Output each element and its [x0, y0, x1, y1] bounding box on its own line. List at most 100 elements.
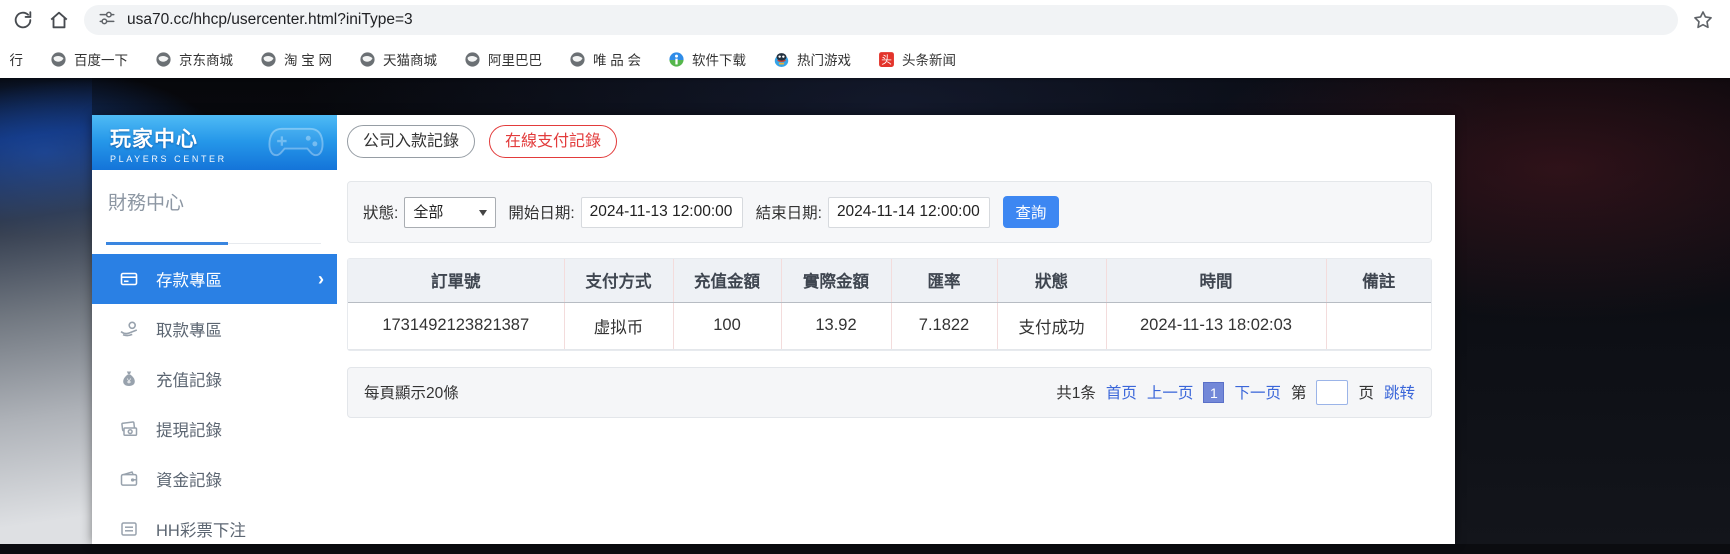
- bookmark-item-tmall[interactable]: 天猫商城: [359, 49, 437, 69]
- bookmark-item-jd[interactable]: 京东商城: [155, 49, 233, 69]
- next-page-link[interactable]: 下一页: [1234, 381, 1281, 403]
- cell-payment-method: 虚拟币: [564, 302, 673, 349]
- money-bag-icon: ¥: [119, 369, 139, 389]
- sidebar-item-label: HH彩票下注: [156, 517, 246, 541]
- bookmark-item-news[interactable]: 头 头条新闻: [878, 49, 956, 69]
- sidebar-item-withdraw-zone[interactable]: 取款專區: [92, 304, 337, 354]
- bookmark-label: 天猫商城: [383, 49, 437, 69]
- svg-text:头: 头: [881, 54, 892, 66]
- sidebar-item-label: 資金記錄: [156, 467, 222, 491]
- start-date-input[interactable]: [581, 197, 743, 228]
- globe-favicon-icon: [155, 51, 172, 68]
- pagination-controls: 共1条 首页 上一页 1 下一页 第 页 跳转: [1056, 380, 1415, 405]
- cell-order-no: 1731492123821387: [348, 302, 564, 349]
- sidebar-item-label: 存款專區: [156, 267, 222, 291]
- globe-favicon-icon: [464, 51, 481, 68]
- chevron-right-icon: ›: [318, 269, 324, 290]
- globe-favicon-icon: [359, 51, 376, 68]
- cell-recharge-amount: 100: [673, 302, 781, 349]
- header-exchange-rate: 匯率: [891, 259, 997, 302]
- page-size-text: 每頁顯示20條: [364, 381, 459, 403]
- header-recharge-amount: 充值金額: [673, 259, 781, 302]
- sidebar-item-label: 取款專區: [156, 317, 222, 341]
- sidebar-menu: 存款專區 › 取款專區 ¥ 充值記錄: [92, 254, 337, 554]
- jump-suffix-text: 页: [1358, 381, 1374, 403]
- cell-time: 2024-11-13 18:02:03: [1106, 302, 1326, 349]
- url-text: usa70.cc/hhcp/usercenter.html?iniType=3: [127, 11, 413, 29]
- sidebar-item-label: 提現記錄: [156, 417, 222, 441]
- sidebar-item-withdrawal-records[interactable]: 提現記錄: [92, 404, 337, 454]
- bookmark-label: 头条新闻: [902, 49, 956, 69]
- browser-toolbar: usa70.cc/hhcp/usercenter.html?iniType=3: [0, 0, 1730, 40]
- prev-page-link[interactable]: 上一页: [1147, 381, 1194, 403]
- filter-bar: 狀態: 全部 開始日期: 結束日期: 查詢: [347, 181, 1432, 243]
- first-page-link[interactable]: 首页: [1106, 381, 1137, 403]
- bookmark-label: 淘 宝 网: [284, 49, 332, 69]
- address-bar[interactable]: usa70.cc/hhcp/usercenter.html?iniType=3: [84, 5, 1678, 35]
- toutiao-favicon-icon: 头: [878, 51, 895, 68]
- banknotes-icon: [119, 419, 139, 439]
- sidebar-item-recharge-records[interactable]: ¥ 充值記錄: [92, 354, 337, 404]
- wallet-icon: [119, 469, 139, 489]
- bookmark-item-alibaba[interactable]: 阿里巴巴: [464, 49, 542, 69]
- sidebar-item-funds-records[interactable]: 資金記錄: [92, 454, 337, 504]
- user-center-panel: 玩家中心 PLAYERS CENTER 財務中心: [92, 115, 1455, 544]
- header-status: 狀態: [997, 259, 1106, 302]
- cell-status: 支付成功: [997, 302, 1106, 349]
- record-tabs: 公司入款記錄 在線支付記錄: [347, 125, 1432, 158]
- bookmark-item-clipped[interactable]: 行: [10, 49, 23, 69]
- bookmarks-bar: 行 百度一下 京东商城 淘 宝 网 天猫商城 阿里巴巴 唯 品 会 软件下载 热…: [0, 40, 1730, 78]
- bookmark-star-icon[interactable]: [1692, 9, 1714, 31]
- search-button[interactable]: 查詢: [1003, 196, 1059, 228]
- finance-center-heading: 財務中心: [108, 170, 321, 244]
- page-background: 玩家中心 PLAYERS CENTER 財務中心: [0, 78, 1730, 544]
- list-document-icon: [119, 519, 139, 539]
- cell-remark: [1326, 302, 1431, 349]
- tab-company-deposit-records[interactable]: 公司入款記錄: [347, 125, 475, 158]
- globe-favicon-icon: [569, 51, 586, 68]
- header-remark: 備註: [1326, 259, 1431, 302]
- site-settings-icon[interactable]: [98, 9, 116, 32]
- header-payment-method: 支付方式: [564, 259, 673, 302]
- tab-online-payment-records[interactable]: 在線支付記錄: [489, 125, 617, 158]
- bookmark-label: 软件下载: [692, 49, 746, 69]
- page-jump-input[interactable]: [1316, 380, 1348, 405]
- bookmark-label: 阿里巴巴: [488, 49, 542, 69]
- status-select[interactable]: 全部: [404, 197, 496, 228]
- bookmark-item-games[interactable]: 热门游戏: [773, 49, 851, 69]
- gamepad-icon: [263, 121, 329, 168]
- main-content: 公司入款記錄 在線支付記錄 狀態: 全部 開始日期: 結束日期: 查詢: [337, 115, 1457, 544]
- header-time: 時間: [1106, 259, 1326, 302]
- status-label: 狀態:: [363, 201, 398, 223]
- header-order-no: 訂單號: [348, 259, 564, 302]
- header-actual-amount: 實際金額: [781, 259, 891, 302]
- sidebar-item-hh-lottery-bets[interactable]: HH彩票下注: [92, 504, 337, 554]
- bookmark-item-software[interactable]: 软件下载: [668, 49, 746, 69]
- sidebar-item-deposit-zone[interactable]: 存款專區 ›: [92, 254, 337, 304]
- end-date-input[interactable]: [828, 197, 990, 228]
- records-table: 訂單號 支付方式 充值金額 實際金額 匯率 狀態 時間 備註 173149212: [348, 259, 1431, 350]
- players-center-banner: 玩家中心 PLAYERS CENTER: [92, 115, 337, 170]
- deposit-card-icon: [119, 269, 139, 289]
- hand-coin-icon: [119, 319, 139, 339]
- bookmark-label: 京东商城: [179, 49, 233, 69]
- bookmark-item-vip[interactable]: 唯 品 会: [569, 49, 641, 69]
- background-left-strip: [0, 78, 92, 544]
- globe-favicon-icon: [260, 51, 277, 68]
- bookmark-item-taobao[interactable]: 淘 宝 网: [260, 49, 332, 69]
- jump-button[interactable]: 跳转: [1384, 381, 1415, 403]
- home-icon[interactable]: [48, 9, 70, 31]
- bookmark-item-baidu[interactable]: 百度一下: [50, 49, 128, 69]
- pagination-bar: 每頁顯示20條 共1条 首页 上一页 1 下一页 第 页 跳转: [347, 367, 1432, 418]
- software-favicon-icon: [668, 51, 685, 68]
- sidebar: 玩家中心 PLAYERS CENTER 財務中心: [92, 115, 337, 544]
- bookmark-label: 百度一下: [74, 49, 128, 69]
- reload-icon[interactable]: [12, 9, 34, 31]
- current-page-indicator[interactable]: 1: [1203, 382, 1224, 403]
- jump-prefix-text: 第: [1291, 381, 1307, 403]
- cell-exchange-rate: 7.1822: [891, 302, 997, 349]
- cell-actual-amount: 13.92: [781, 302, 891, 349]
- bookmark-label: 热门游戏: [797, 49, 851, 69]
- sidebar-item-label: 充值記錄: [156, 367, 222, 391]
- bookmark-label: 唯 品 会: [593, 49, 641, 69]
